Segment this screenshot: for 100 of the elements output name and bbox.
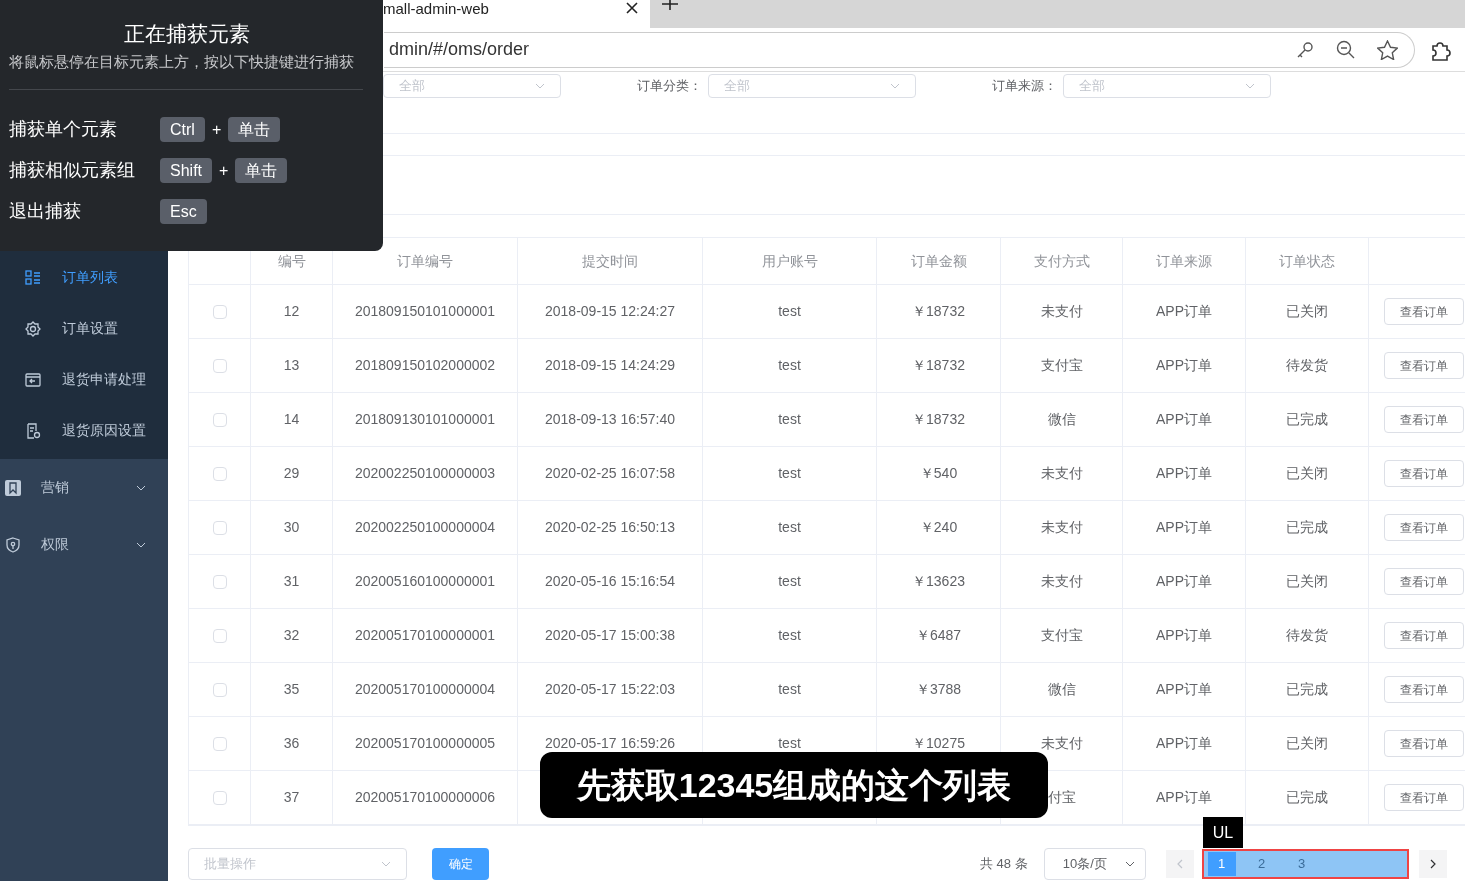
table-cell-text: 13 [283,356,300,375]
key-cap: 单击 [228,117,281,142]
view-order-button[interactable]: 查看订单 [1384,352,1464,379]
plus-sign: + [211,119,222,140]
shield-icon [5,536,21,553]
table-cell-text: ￥18732 [912,410,965,429]
page-size-select[interactable]: 10条/页 [1043,848,1146,880]
table-cell-text: 未支付 [1040,518,1083,537]
table-cell-text: 202005160100000001 [354,572,496,591]
checkbox[interactable] [212,466,227,481]
view-order-button[interactable]: 查看订单 [1384,622,1464,649]
checkbox[interactable] [212,358,227,373]
table-cell-text: 已关闭 [1286,302,1328,321]
key-cap: Esc [160,199,207,224]
view-order-button[interactable]: 查看订单 [1384,676,1464,703]
table-cell-text: 202005170100000001 [354,626,496,645]
previous-page-icon[interactable] [1176,859,1183,869]
table-cell-text: 未支付 [1040,572,1083,591]
column-header: 订单金额 [910,251,967,271]
table-cell-text: 已关闭 [1286,572,1328,591]
table-cell-text: ￥13623 [912,572,965,591]
close-icon[interactable] [626,2,638,14]
table-cell-text: test [778,518,801,537]
table-cell-text: test [778,302,801,321]
checkbox[interactable] [212,574,227,589]
next-page-icon[interactable] [1429,859,1436,869]
table-cell-text: 已完成 [1286,410,1328,429]
table-cell-text: test [778,626,801,645]
zoom-out-icon[interactable] [1336,40,1355,59]
table-cell-text: 未支付 [1040,302,1083,321]
key-cap: Ctrl [160,117,205,142]
key-icon[interactable] [1296,40,1314,59]
table-cell-text: 32 [283,626,300,645]
list-icon [25,269,41,286]
table-cell-text: ￥10275 [912,734,965,753]
column-header: 支付方式 [1033,251,1090,271]
menu-item[interactable]: 权限 [0,516,168,573]
table-cell-text: 支付宝 [1040,626,1083,645]
table-cell-text: 30 [283,518,300,537]
table-cell-text: 2020-05-17 16:59:26 [545,734,675,753]
table-cell-text: 2018-09-13 16:57:40 [545,410,675,429]
view-order-button[interactable]: 查看订单 [1384,298,1464,325]
chevron-down-icon [136,541,146,548]
browser-tab[interactable]: mall-admin-web [383,0,650,28]
table-cell-text: 已完成 [1286,680,1328,699]
table-cell-text: APP订单 [1156,410,1212,429]
star-icon[interactable] [1377,39,1398,60]
key-cap: 单击 [235,158,288,183]
view-order-button[interactable]: 查看订单 [1384,784,1464,811]
table-cell-text: 14 [283,410,300,429]
filter-label: 订单来源： [992,77,1057,96]
table-cell-text: 付宝 [1047,788,1076,807]
column-header: 订单状态 [1279,251,1335,271]
table-cell-text: 202005170100000005 [354,734,496,753]
view-order-button[interactable]: 查看订单 [1384,460,1464,487]
checkbox[interactable] [212,736,227,751]
view-order-button[interactable]: 查看订单 [1384,568,1464,595]
view-order-button[interactable]: 查看订单 [1384,730,1464,757]
table-cell-text: 2020-05-17 15:22:03 [545,680,675,699]
checkbox[interactable] [212,304,227,319]
table-cell-text: APP订单 [1156,626,1212,645]
document-icon [25,422,41,439]
table-cell-text: ￥18732 [912,302,965,321]
table-cell-text: test [778,464,801,483]
key-cap: Shift [160,158,212,183]
table-cell-text: APP订单 [1156,734,1212,753]
view-order-button[interactable]: 查看订单 [1384,514,1464,541]
shortcut-label: 捕获相似元素组 [9,159,136,182]
checkbox[interactable] [212,682,227,697]
chevron-down-icon [890,83,900,89]
menu-item[interactable]: 营销 [0,459,168,516]
new-tab-icon[interactable] [662,0,678,12]
view-order-button[interactable]: 查看订单 [1384,406,1464,433]
submenu-item[interactable]: 退货申请处理 [0,354,168,405]
checkbox[interactable] [212,628,227,643]
checkbox[interactable] [212,412,227,427]
table-cell-text: 未支付 [1040,734,1083,753]
table-cell-text: 已关闭 [1286,734,1328,753]
table-cell-text: APP订单 [1156,680,1212,699]
chevron-down-icon [136,484,146,491]
table-cell-text: 35 [283,680,300,699]
table-cell-text: 2018-09-15 12:24:27 [545,302,675,321]
table-cell-text: 未支付 [1040,464,1083,483]
table-cell-text: 支付宝 [1040,356,1083,375]
checkbox[interactable] [212,520,227,535]
table-cell-text: APP订单 [1156,356,1212,375]
submenu-item[interactable]: 订单设置 [0,303,168,354]
table-cell-text: ￥3788 [915,680,962,699]
table-cell-text: 202005170100000004 [354,680,496,699]
filter-label: 订单分类： [637,77,702,96]
submenu-item[interactable]: 订单列表 [0,252,168,303]
table-cell-text: 36 [283,734,300,753]
submenu-item[interactable]: 退货原因设置 [0,405,168,456]
table-cell-text: 29 [283,464,300,483]
table-cell-text: 微信 [1047,410,1076,429]
checkbox[interactable] [212,790,227,805]
total-count: 共 48 条 [980,855,1028,874]
table-cell-text: APP订单 [1156,464,1212,483]
bookmark-icon [5,479,21,496]
table-cell-text: 待发货 [1286,626,1328,645]
